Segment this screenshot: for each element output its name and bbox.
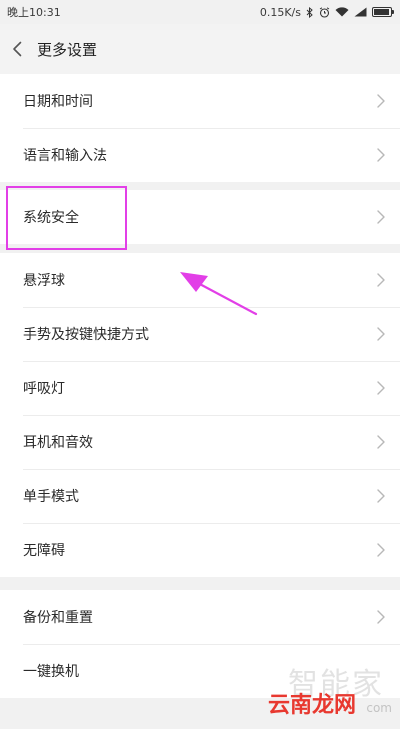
title-bar: 更多设置 — [0, 24, 400, 74]
settings-item-language-input[interactable]: 语言和输入法 — [0, 128, 400, 182]
battery-icon — [372, 7, 394, 17]
settings-item-system-security[interactable]: 系统安全 — [0, 190, 400, 244]
settings-item-label: 一键换机 — [23, 664, 79, 680]
network-speed: 0.15K/s — [259, 5, 301, 19]
settings-item-label: 语言和输入法 — [23, 148, 107, 164]
settings-item-phone-transfer[interactable]: 一键换机 — [0, 644, 400, 698]
watermark-small-text: com — [366, 701, 392, 715]
settings-item-label: 耳机和音效 — [23, 435, 93, 451]
settings-item-label: 悬浮球 — [23, 273, 65, 289]
settings-item-backup-reset[interactable]: 备份和重置 — [0, 590, 400, 644]
settings-item-headphones-audio[interactable]: 耳机和音效 — [0, 415, 400, 469]
chevron-right-icon — [377, 489, 385, 503]
back-button[interactable] — [6, 24, 28, 74]
settings-group-1: 日期和时间 语言和输入法 — [0, 74, 400, 182]
settings-item-label: 备份和重置 — [23, 610, 93, 626]
chevron-right-icon — [377, 94, 385, 108]
chevron-right-icon — [377, 381, 385, 395]
settings-item-label: 手势及按键快捷方式 — [23, 327, 149, 343]
chevron-right-icon — [377, 210, 385, 224]
settings-item-breathing-light[interactable]: 呼吸灯 — [0, 361, 400, 415]
alarm-icon — [319, 6, 330, 18]
screen: 晚上10:31 0.15K/s 更多设置 日期和时间 语言和输入法 系统安全 悬… — [0, 0, 400, 729]
settings-item-date-time[interactable]: 日期和时间 — [0, 74, 400, 128]
status-time: 晚上10:31 — [7, 6, 61, 19]
settings-item-label: 单手模式 — [23, 489, 79, 505]
chevron-right-icon — [377, 148, 385, 162]
chevron-right-icon — [377, 610, 385, 624]
chevron-right-icon — [377, 435, 385, 449]
settings-item-label: 日期和时间 — [23, 94, 93, 110]
chevron-right-icon — [377, 273, 385, 287]
settings-group-3: 悬浮球 手势及按键快捷方式 呼吸灯 耳机和音效 单手模式 无障碍 — [0, 253, 400, 577]
settings-item-one-handed-mode[interactable]: 单手模式 — [0, 469, 400, 523]
settings-group-4: 备份和重置 一键换机 — [0, 590, 400, 698]
chevron-right-icon — [377, 543, 385, 557]
page-title: 更多设置 — [37, 40, 98, 59]
wifi-icon — [335, 7, 349, 17]
settings-item-label: 无障碍 — [23, 543, 65, 559]
status-icons: 0.15K/s — [259, 5, 394, 19]
chevron-left-icon — [13, 41, 22, 57]
bluetooth-icon — [306, 6, 314, 18]
chevron-right-icon — [377, 327, 385, 341]
settings-group-2: 系统安全 — [0, 190, 400, 244]
settings-item-accessibility[interactable]: 无障碍 — [0, 523, 400, 577]
settings-item-floating-ball[interactable]: 悬浮球 — [0, 253, 400, 307]
settings-item-gesture-shortcuts[interactable]: 手势及按键快捷方式 — [0, 307, 400, 361]
settings-item-label: 呼吸灯 — [23, 381, 65, 397]
signal-icon — [354, 7, 367, 17]
status-bar: 晚上10:31 0.15K/s — [0, 0, 400, 24]
settings-item-label: 系统安全 — [23, 210, 79, 226]
